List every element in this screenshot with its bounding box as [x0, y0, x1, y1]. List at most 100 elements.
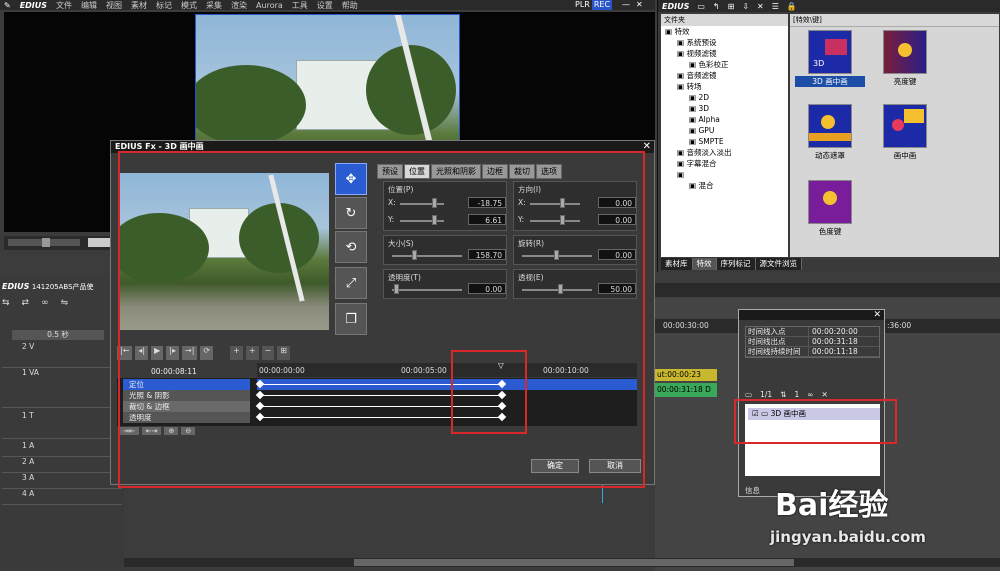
timeline-hscroll[interactable] [124, 558, 1000, 567]
menu-file[interactable]: 文件 [56, 0, 72, 11]
kf-row-position[interactable]: 定位 [123, 379, 250, 390]
keyframe[interactable] [497, 390, 507, 400]
close-icon[interactable]: ✕ [636, 0, 643, 10]
expand-icon[interactable]: ⇤⇥ [141, 427, 162, 435]
applied-effect-item[interactable]: ☑ ▭ 3D 画中画 [748, 408, 880, 420]
menu-settings[interactable]: 设置 [317, 0, 333, 11]
position-y-field[interactable]: 6.61 [468, 214, 506, 225]
keyframe[interactable] [497, 379, 507, 389]
tree-item[interactable]: ▣ 视频滤镜 [661, 48, 788, 59]
tree-item[interactable]: ▣ 色彩校正 [661, 59, 788, 70]
opacity-slider[interactable] [394, 284, 399, 294]
fit-icon[interactable]: ⇥⇤ [119, 427, 139, 435]
scale-tool-button[interactable]: ⤢ [335, 267, 367, 299]
zoom-in-icon[interactable]: ⊕ [164, 427, 179, 435]
effect-motion-mask[interactable]: 动态遮罩 [795, 104, 865, 161]
effect-luma-key[interactable]: 亮度键 [870, 30, 940, 87]
tab-effects[interactable]: 特效 [692, 258, 717, 270]
move-tool-button[interactable]: ✥ [335, 163, 367, 195]
keyframe[interactable] [255, 390, 265, 400]
back-icon[interactable]: ↰ [713, 2, 720, 11]
tree-item[interactable]: ▣ Alpha [661, 114, 788, 125]
keyframe-options-icon[interactable]: ⊞ [277, 346, 290, 360]
tab-options[interactable]: 选项 [536, 164, 562, 179]
tab-preset[interactable]: 预设 [377, 164, 403, 179]
tree-item[interactable]: ▣ 音频滤镜 [661, 70, 788, 81]
direction-x-slider[interactable] [560, 198, 565, 208]
tab-border[interactable]: 边框 [482, 164, 508, 179]
perspective-slider[interactable] [558, 284, 563, 294]
page-icon[interactable]: ▭ [745, 390, 752, 402]
tree-item[interactable]: ▣ 音频淡入淡出 [661, 147, 788, 158]
loop-icon[interactable]: ⟳ [200, 346, 214, 360]
keyframe[interactable] [255, 401, 265, 411]
play-icon[interactable]: ▶ [151, 346, 164, 360]
perspective-field[interactable]: 50.00 [598, 283, 636, 294]
new-folder-icon[interactable]: ⊞ [728, 2, 735, 11]
position-x-slider[interactable] [432, 198, 437, 208]
tree-item[interactable]: ▣ 混合 [661, 180, 788, 191]
folder-icon[interactable]: ▭ [697, 2, 705, 11]
menu-mode[interactable]: 模式 [181, 0, 197, 11]
position-y-slider[interactable] [432, 215, 437, 225]
keyframe[interactable] [255, 379, 265, 389]
tab-bin[interactable]: 素材库 [661, 258, 693, 270]
size-field[interactable]: 158.70 [468, 249, 506, 260]
clip-a[interactable]: ut:00:00:23 [655, 369, 717, 381]
track-2a[interactable]: 2 A [2, 457, 122, 473]
close-icon[interactable]: ✕ [643, 141, 651, 152]
checkbox-icon[interactable]: ☑ [752, 409, 759, 418]
goto-start-icon[interactable]: |← [117, 346, 133, 360]
sync-icon[interactable]: ⇋ [61, 298, 69, 308]
menu-help[interactable]: 帮助 [342, 0, 358, 11]
import-icon[interactable]: ⇩ [742, 2, 749, 11]
keyframe[interactable] [497, 412, 507, 422]
opacity-field[interactable]: 0.00 [468, 283, 506, 294]
tree-item[interactable]: ▣ 2D [661, 92, 788, 103]
zoom-select[interactable]: 0.5 秒 [12, 330, 104, 340]
tab-position[interactable]: 位置 [404, 164, 430, 179]
tree-item[interactable]: ▣ 字幕混合 [661, 158, 788, 169]
menu-edit[interactable]: 编辑 [81, 0, 97, 11]
crop-tool-button[interactable]: ❐ [335, 303, 367, 335]
keyframe[interactable] [497, 401, 507, 411]
properties-icon[interactable]: ☰ [772, 2, 779, 11]
direction-y-slider[interactable] [560, 215, 565, 225]
menu-capture[interactable]: 采集 [206, 0, 222, 11]
rotation-field[interactable]: 0.00 [598, 249, 636, 260]
kf-row-light[interactable]: 光照 & 阴影 [123, 390, 250, 401]
lock-icon[interactable]: 🔒 [787, 2, 797, 11]
position-x-field[interactable]: -18.75 [468, 197, 506, 208]
menu-tools[interactable]: 工具 [292, 0, 308, 11]
tree-item[interactable]: ▣ 3D [661, 103, 788, 114]
menu-view[interactable]: 视图 [106, 0, 122, 11]
tree-item[interactable]: ▣ SMPTE [661, 136, 788, 147]
layer-icon[interactable]: ⇅ [780, 390, 786, 402]
tab-crop[interactable]: 裁切 [509, 164, 535, 179]
link-icon[interactable]: ⇄ [22, 298, 30, 308]
link-icon[interactable]: ∞ [807, 390, 813, 402]
track-4a[interactable]: 4 A [2, 489, 122, 505]
remove-keyframe-icon[interactable]: − [261, 346, 275, 360]
effect-pip[interactable]: 画中画 [870, 104, 940, 161]
prev-keyframe-icon[interactable]: ◂| [135, 346, 149, 360]
keyframe[interactable] [255, 412, 265, 422]
close-icon[interactable]: ✕ [873, 310, 881, 320]
delete-icon[interactable]: ✕ [822, 390, 828, 402]
menu-render[interactable]: 渲染 [231, 0, 247, 11]
goto-end-icon[interactable]: →| [182, 346, 198, 360]
add-keyframe-icon[interactable]: + [230, 346, 243, 360]
track-3a[interactable]: 3 A [2, 473, 122, 489]
tree-item[interactable]: ▣ [661, 169, 788, 180]
kf-row-opacity[interactable]: 透明度 [123, 412, 250, 423]
direction-y-field[interactable]: 0.00 [598, 214, 636, 225]
effect-chroma-key[interactable]: 色度键 [795, 180, 865, 237]
tree-item[interactable]: ▣ 特效 [661, 26, 788, 37]
size-slider[interactable] [412, 250, 417, 260]
next-keyframe-icon[interactable]: |▸ [166, 346, 179, 360]
menu-clip[interactable]: 素材 [131, 0, 147, 11]
tab-light-shadow[interactable]: 光照和阴影 [431, 164, 481, 179]
cancel-button[interactable]: 取消 [589, 459, 641, 473]
minimize-icon[interactable]: — [622, 0, 630, 10]
menu-marker[interactable]: 标记 [156, 0, 172, 11]
